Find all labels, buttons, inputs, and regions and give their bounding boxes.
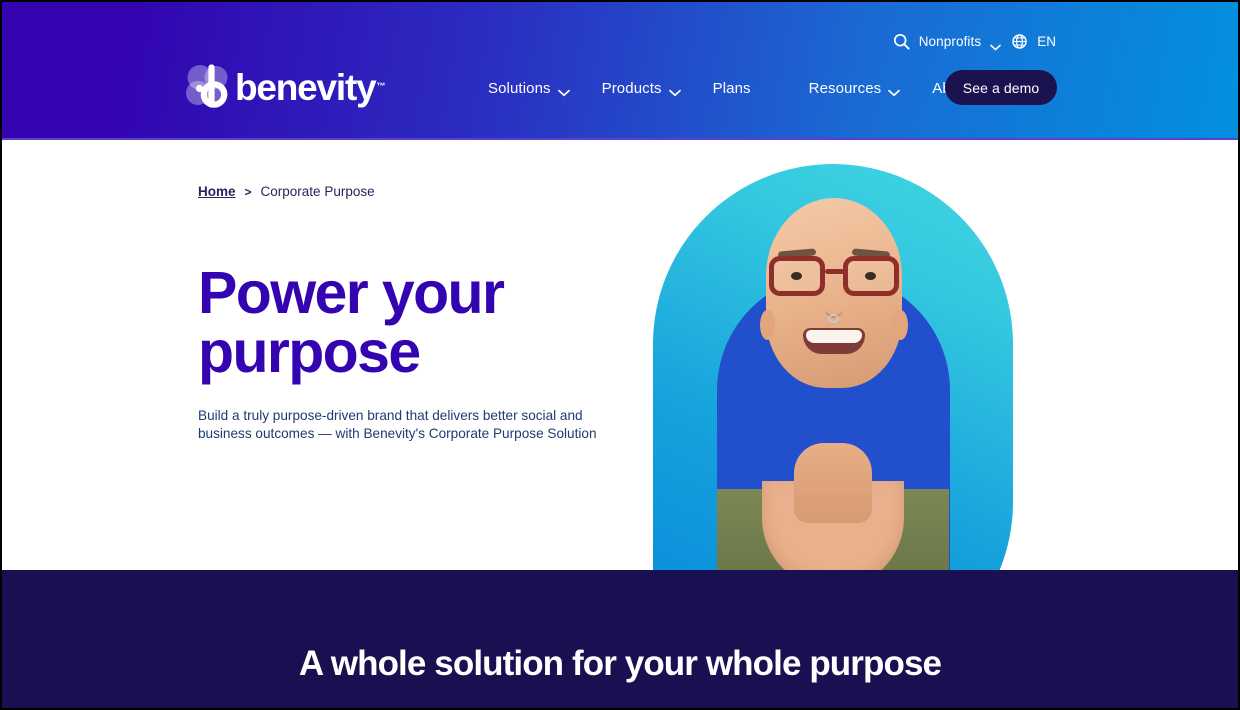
see-a-demo-label: See a demo [962, 79, 1040, 96]
chevron-down-icon [557, 84, 570, 97]
nav-item-label: Solutions [488, 79, 551, 97]
portrait-glasses [769, 256, 899, 298]
portrait-head [760, 198, 908, 388]
nav-item-label: Products [601, 79, 662, 97]
logo-wordmark: benevity [235, 66, 377, 108]
language-selector-label[interactable]: EN [1037, 34, 1056, 49]
portrait-eye-left [791, 272, 802, 280]
nav-item-resources[interactable]: Resources [793, 80, 917, 97]
see-a-demo-button[interactable]: See a demo [945, 70, 1057, 105]
main-navigation: Solutions Products Plans Resources [472, 74, 1027, 102]
site-header: Nonprofits EN benevity ™ Solutions Produ… [2, 2, 1238, 140]
glasses-bridge [825, 269, 847, 274]
page-root: Nonprofits EN benevity ™ Solutions Produ… [0, 0, 1240, 710]
portrait-ear-left [760, 310, 775, 340]
chevron-down-icon[interactable] [990, 38, 1002, 50]
benevity-b-mark-icon [185, 64, 231, 108]
portrait-teeth [806, 330, 862, 343]
globe-icon[interactable] [1012, 33, 1027, 49]
page-title: Power your purpose [198, 260, 505, 385]
utility-bar: Nonprofits EN [893, 30, 1056, 52]
search-icon[interactable] [893, 33, 910, 50]
hero-subtitle: Build a truly purpose-driven brand that … [198, 408, 597, 442]
nav-item-products[interactable]: Products [586, 80, 697, 97]
benevity-logo[interactable]: benevity ™ [185, 62, 386, 110]
breadcrumb-separator-icon: > [244, 184, 252, 199]
nav-item-label: Resources [808, 79, 882, 97]
portrait-nose-ring [828, 314, 839, 323]
breadcrumb-link-home[interactable]: Home [198, 184, 236, 199]
portrait-ear-right [893, 310, 908, 340]
portrait-neck [794, 443, 872, 523]
nav-item-label: Plans [712, 79, 751, 97]
breadcrumb-current: Corporate Purpose [260, 184, 375, 199]
portrait-eye-right [865, 272, 876, 280]
portrait-mouth [803, 328, 865, 354]
chevron-down-icon [888, 84, 901, 97]
breadcrumb: Home > Corporate Purpose [198, 184, 375, 199]
portrait-illustration [717, 164, 949, 619]
nav-item-solutions[interactable]: Solutions [472, 80, 586, 97]
audience-selector-label[interactable]: Nonprofits [919, 34, 982, 49]
band-heading: A whole solution for your whole purpose [298, 644, 942, 683]
hero-section: Home > Corporate Purpose Power your purp… [2, 142, 1238, 682]
logo-trademark: ™ [376, 81, 386, 91]
chevron-down-icon [668, 84, 681, 97]
solution-band-section: A whole solution for your whole purpose [2, 570, 1238, 708]
nav-item-plans[interactable]: Plans [697, 80, 767, 97]
